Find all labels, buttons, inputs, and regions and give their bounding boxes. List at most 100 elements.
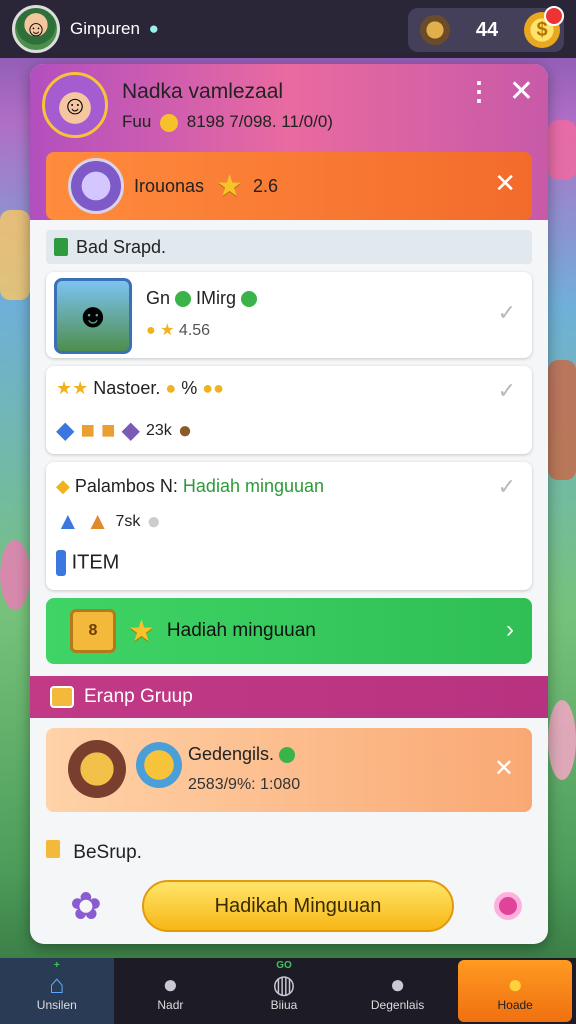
coin-icon: ●: [146, 322, 156, 339]
chest-icon: 8: [70, 609, 116, 653]
background-house-right: [548, 120, 576, 180]
nav-home[interactable]: + ⌂ Unsilen: [0, 958, 114, 1024]
card2-tag: %: [181, 378, 198, 398]
background-house-left: [0, 210, 30, 300]
nav-label: Nadr: [157, 998, 184, 1012]
card3-items: ▲ ▲ 7sk ●: [56, 508, 161, 536]
profile-sub-label: Fuu: [122, 112, 152, 131]
list-item-1[interactable]: ☻ Gn IMirg ● ★ 4.56 ✓: [46, 272, 532, 358]
card2-count: 23k: [145, 421, 172, 439]
section-title-1-text: Bad Srapd.: [76, 236, 167, 257]
reward-banner-value: 2.6: [252, 175, 278, 196]
card3-title-text: Palambos N:: [74, 476, 178, 496]
magnifier-icon: [68, 158, 124, 214]
card2-title: ★★ Nastoer. ● % ●●: [56, 378, 224, 399]
card1-title: Gn IMirg: [146, 288, 258, 309]
pink-token-icon[interactable]: [494, 892, 522, 920]
section-title-2-text: BeSrup.: [73, 842, 142, 863]
group-card-title-text: Gedengils.: [188, 744, 275, 764]
weekly-reward-label: Hadiah minguuan: [166, 620, 316, 641]
nav-label: Hoade: [497, 998, 533, 1012]
group-card[interactable]: Gedengils. 2583/9%: 1:080 ✕: [46, 728, 532, 812]
coin-icon: [160, 113, 179, 132]
nav-group[interactable]: ● Degenlais: [341, 958, 455, 1024]
reward-banner[interactable]: Irouonas ★ 2.6 ✕: [46, 152, 532, 220]
main-panel: ☺ Nadka vamlezaal Fuu 8198 7/098. 11/0/0…: [30, 64, 548, 944]
cloud-icon: ●: [146, 508, 161, 535]
bottom-nav: + ⌂ Unsilen ● Nadr GO ◍ Biiua ● Degenlai…: [0, 958, 576, 1024]
nav-badge: GO: [276, 960, 292, 971]
home-icon: ⌂: [48, 969, 65, 999]
list-item-3[interactable]: ◆ Palambos N: Hadiah minguuan ▲ ▲ 7sk ● …: [46, 462, 532, 590]
chest-icon: [50, 686, 74, 708]
item-bar-icon: [56, 550, 66, 576]
coin-icon: ●: [507, 969, 524, 999]
check-icon[interactable]: ✓: [498, 300, 516, 326]
crate-icon: ■: [80, 416, 95, 444]
coins-icon: ●●: [202, 378, 225, 398]
player-name: Ginpuren ●: [70, 19, 159, 39]
scroll-icon: [68, 740, 126, 798]
group-card-title: Gedengils.: [188, 744, 296, 765]
panel-header: ☺ Nadka vamlezaal Fuu 8198 7/098. 11/0/0…: [30, 64, 548, 220]
card1-title-b: IMirg: [196, 288, 237, 308]
more-options-icon[interactable]: ⋮: [466, 78, 492, 104]
card1-sub-value: 4.56: [178, 322, 211, 339]
nav-label: Unsilen: [36, 998, 77, 1012]
banner-close-icon[interactable]: ✕: [494, 168, 516, 199]
hero-portrait: ☻: [54, 278, 132, 354]
background-character-left: [0, 540, 30, 610]
notification-dot: [544, 6, 564, 26]
group-card-sub: 2583/9%: 1:080: [188, 776, 301, 793]
nav-friends[interactable]: ● Nadr: [114, 958, 228, 1024]
close-icon[interactable]: ✕: [509, 74, 534, 109]
globe-icon: ◍: [272, 969, 296, 999]
nav-badge: +: [53, 960, 60, 971]
background-tree-right: [548, 360, 576, 480]
bag-icon: ▲: [85, 508, 110, 535]
card1-title-a: Gn: [146, 288, 171, 308]
background-character-right: [548, 700, 576, 780]
chevron-right-icon[interactable]: ›: [506, 616, 514, 644]
gem-icon: ●: [148, 19, 159, 38]
group-card-close-icon[interactable]: ✕: [494, 754, 514, 783]
section-badge-icon: [46, 840, 60, 858]
group-header: Eranp Gruup: [30, 676, 548, 718]
nav-label: Degenlais: [370, 998, 425, 1012]
coin-icon: ●: [165, 378, 177, 398]
card3-item-label: ITEM: [56, 550, 119, 576]
section-title-2: BeSrup.: [46, 840, 142, 864]
green-badge-icon: [279, 747, 296, 764]
card2-items: ◆ ■ ■ ◆ 23k ●: [56, 416, 192, 445]
claim-weekly-reward-button[interactable]: Hadikah Minguuan: [142, 880, 454, 932]
reward-banner-label: Irouonas: [134, 175, 205, 196]
profile-title: Nadka vamlezaal: [122, 80, 284, 103]
list-item-2[interactable]: ★★ Nastoer. ● % ●● ◆ ■ ■ ◆ 23k ● ✓: [46, 366, 532, 454]
currency-display[interactable]: 44 $: [408, 6, 564, 52]
card3-count: 7sk: [115, 513, 141, 530]
nav-label: Biiua: [270, 998, 298, 1012]
log-icon: ●: [177, 416, 193, 444]
gold-coin-icon[interactable]: $: [524, 6, 564, 48]
player-avatar[interactable]: ☺: [12, 5, 60, 53]
crate-icon-2: ■: [100, 416, 116, 444]
star-icon: ★: [128, 614, 155, 648]
section-title-1: Bad Srapd.: [46, 230, 532, 264]
profile-subtitle: Fuu 8198 7/098. 11/0/0): [122, 112, 333, 132]
check-icon[interactable]: ✓: [498, 474, 516, 500]
player-name-text: Ginpuren: [70, 19, 140, 38]
nav-world[interactable]: GO ◍ Biiua: [227, 958, 341, 1024]
check-icon[interactable]: ✓: [498, 378, 516, 404]
profile-avatar[interactable]: ☺: [42, 72, 108, 138]
ribbon-badge-icon: ✿: [70, 886, 102, 928]
card1-sub: ● ★ 4.56: [146, 320, 210, 340]
globe-badge-icon: [136, 742, 182, 788]
nav-shop[interactable]: ● Hoade: [458, 960, 572, 1022]
star-icon: ★: [160, 322, 175, 339]
star-icon: ★: [216, 169, 243, 203]
currency-value: 44: [475, 18, 499, 41]
weekly-reward-banner[interactable]: 8 ★ Hadiah minguuan ›: [46, 598, 532, 664]
group-header-text: Eranp Gruup: [84, 686, 193, 707]
card3-title: ◆ Palambos N: Hadiah minguuan: [56, 476, 324, 497]
section-badge-icon: [54, 238, 68, 256]
